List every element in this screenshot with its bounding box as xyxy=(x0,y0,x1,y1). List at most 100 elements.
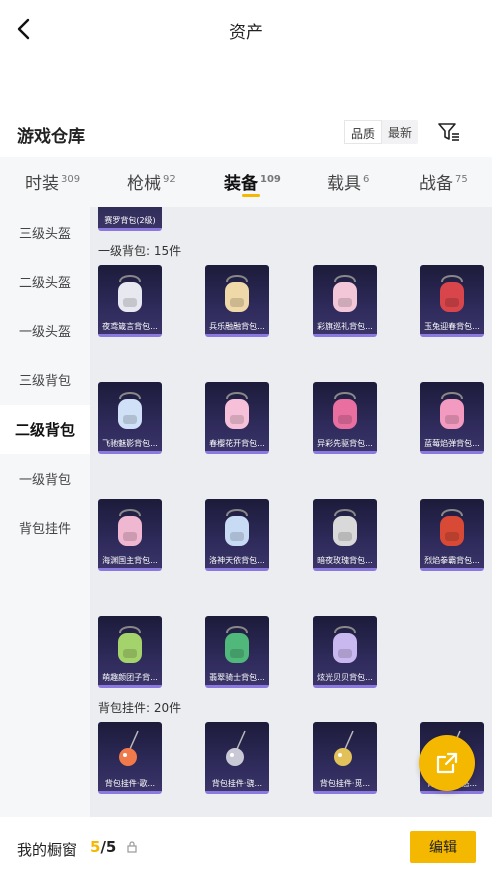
item-name: 洛神天依背包... xyxy=(209,556,265,565)
item-name: 异彩先驱背包... xyxy=(317,439,373,448)
item-card[interactable]: 萌趣颜团子背... xyxy=(98,616,162,688)
item-card[interactable]: 玉兔迎春背包... xyxy=(420,265,484,337)
showcase-total: /5 xyxy=(100,838,117,856)
backpack-icon xyxy=(225,626,249,663)
tab-count: 109 xyxy=(260,174,281,185)
page-title: 资产 xyxy=(229,23,263,43)
filter-icon xyxy=(438,123,459,141)
item-grid: 赛罗背包(2级) 一级背包: 15件 背包挂件: 20件 夜鸢箴言背包... 兵乐… xyxy=(90,207,492,817)
tab-guns[interactable]: 枪械 92 xyxy=(127,169,176,194)
pendant-icon xyxy=(334,730,354,766)
tab-fashion[interactable]: 时装 309 xyxy=(25,169,80,194)
tab-label: 枪械 xyxy=(127,174,161,194)
item-card[interactable]: 背包挂件·骁... xyxy=(205,722,269,794)
backpack-icon xyxy=(118,275,142,312)
backpack-icon xyxy=(225,509,249,546)
item-card[interactable]: 飞驰魅影背包... xyxy=(98,382,162,454)
tab-label: 载具 xyxy=(327,174,361,194)
sidebar-item-helmet-lv1[interactable]: 一级头盔 xyxy=(0,306,90,355)
backpack-icon xyxy=(333,392,357,429)
showcase-bar: 我的橱窗 5/5 编辑 xyxy=(0,817,492,876)
tab-label: 战备 xyxy=(419,174,453,194)
item-card[interactable]: 海渊国主背包... xyxy=(98,499,162,571)
item-card[interactable]: 蓝莓焰弹背包... xyxy=(420,382,484,454)
item-name: 飞驰魅影背包... xyxy=(102,439,158,448)
item-name: 炫光贝贝背包... xyxy=(317,673,373,682)
edit-button[interactable]: 编辑 xyxy=(410,831,476,863)
section-header: 游戏仓库 品质 最新 xyxy=(0,112,492,152)
sort-latest-button[interactable]: 最新 xyxy=(382,120,418,144)
item-name: 玉兔迎春背包... xyxy=(424,322,480,331)
pendant-icon xyxy=(226,730,246,766)
item-name: 背包挂件·歌... xyxy=(104,779,156,788)
tab-count: 309 xyxy=(61,174,81,185)
item-name: 烈焰拳霸背包... xyxy=(424,556,480,565)
backpack-icon xyxy=(118,626,142,663)
sort-quality-button[interactable]: 品质 xyxy=(344,120,383,144)
item-name: 暗夜玫瑰背包... xyxy=(317,556,373,565)
backpack-icon xyxy=(333,626,357,663)
open-external-button[interactable] xyxy=(419,735,475,791)
item-card[interactable]: 背包挂件·歌... xyxy=(98,722,162,794)
backpack-icon xyxy=(333,275,357,312)
tab-label: 装备 xyxy=(224,174,258,194)
sidebar: 三级头盔 二级头盔 一级头盔 三级背包 二级背包 一级背包 背包挂件 xyxy=(0,207,90,817)
showcase-label: 我的橱窗 xyxy=(17,841,78,859)
item-name: 萌趣颜团子背... xyxy=(102,673,158,682)
backpack-icon xyxy=(118,392,142,429)
group-label-backpack-lv1: 一级背包: 15件 xyxy=(98,244,182,258)
tab-count: 75 xyxy=(455,174,468,185)
lock-icon xyxy=(127,841,137,853)
item-card[interactable]: 春樱花开背包... xyxy=(205,382,269,454)
backpack-icon xyxy=(225,275,249,312)
sidebar-item-backpack-lv1[interactable]: 一级背包 xyxy=(0,454,90,503)
showcase-count: 5/5 xyxy=(90,838,116,856)
backpack-icon xyxy=(333,509,357,546)
item-card[interactable]: 赛罗背包(2级) xyxy=(98,207,162,231)
tab-count: 6 xyxy=(363,174,370,185)
item-name: 背包挂件·觅... xyxy=(319,779,371,788)
item-name: 蓝莓焰弹背包... xyxy=(424,439,480,448)
item-card[interactable]: 背包挂件·觅... xyxy=(313,722,377,794)
backpack-icon xyxy=(440,392,464,429)
item-name: 翡翠骑士背包... xyxy=(209,673,265,682)
tab-equipment[interactable]: 装备 109 xyxy=(224,169,281,194)
top-bar: 资产 xyxy=(0,0,492,58)
item-card[interactable]: 异彩先驱背包... xyxy=(313,382,377,454)
item-name: 彩旗巡礼背包... xyxy=(317,322,373,331)
sidebar-item-helmet-lv3[interactable]: 三级头盔 xyxy=(0,208,90,257)
tab-count: 92 xyxy=(163,174,176,185)
backpack-icon xyxy=(225,392,249,429)
item-card[interactable]: 兵乐融融背包... xyxy=(205,265,269,337)
tab-supplies[interactable]: 战备 75 xyxy=(419,169,468,194)
item-card[interactable]: 炫光贝贝背包... xyxy=(313,616,377,688)
item-card[interactable]: 彩旗巡礼背包... xyxy=(313,265,377,337)
item-name: 赛罗背包(2级) xyxy=(104,216,156,225)
item-name: 兵乐融融背包... xyxy=(209,322,265,331)
item-card[interactable]: 洛神天依背包... xyxy=(205,499,269,571)
showcase-used: 5 xyxy=(90,838,101,856)
backpack-icon xyxy=(440,509,464,546)
tab-label: 时装 xyxy=(25,174,59,194)
pendant-icon xyxy=(119,730,139,766)
group-label-backpack-pendant: 背包挂件: 20件 xyxy=(98,701,182,715)
sidebar-item-backpack-pendant[interactable]: 背包挂件 xyxy=(0,503,90,552)
backpack-icon xyxy=(118,509,142,546)
backpack-icon xyxy=(440,275,464,312)
filter-button[interactable] xyxy=(436,119,462,145)
sidebar-item-helmet-lv2[interactable]: 二级头盔 xyxy=(0,257,90,306)
item-name: 春樱花开背包... xyxy=(209,439,265,448)
section-title: 游戏仓库 xyxy=(17,127,85,147)
tab-vehicles[interactable]: 载具 6 xyxy=(327,169,369,194)
item-card[interactable]: 烈焰拳霸背包... xyxy=(420,499,484,571)
active-tab-indicator xyxy=(242,194,260,197)
item-card[interactable]: 翡翠骑士背包... xyxy=(205,616,269,688)
external-link-icon xyxy=(436,752,458,774)
sidebar-item-backpack-lv3[interactable]: 三级背包 xyxy=(0,355,90,404)
category-tabs: 时装 309 枪械 92 装备 109 载具 6 战备 75 xyxy=(0,157,492,207)
item-name: 海渊国主背包... xyxy=(102,556,158,565)
item-name: 背包挂件·骁... xyxy=(211,779,263,788)
sidebar-item-backpack-lv2[interactable]: 二级背包 xyxy=(0,405,90,454)
item-card[interactable]: 夜鸢箴言背包... xyxy=(98,265,162,337)
item-card[interactable]: 暗夜玫瑰背包... xyxy=(313,499,377,571)
